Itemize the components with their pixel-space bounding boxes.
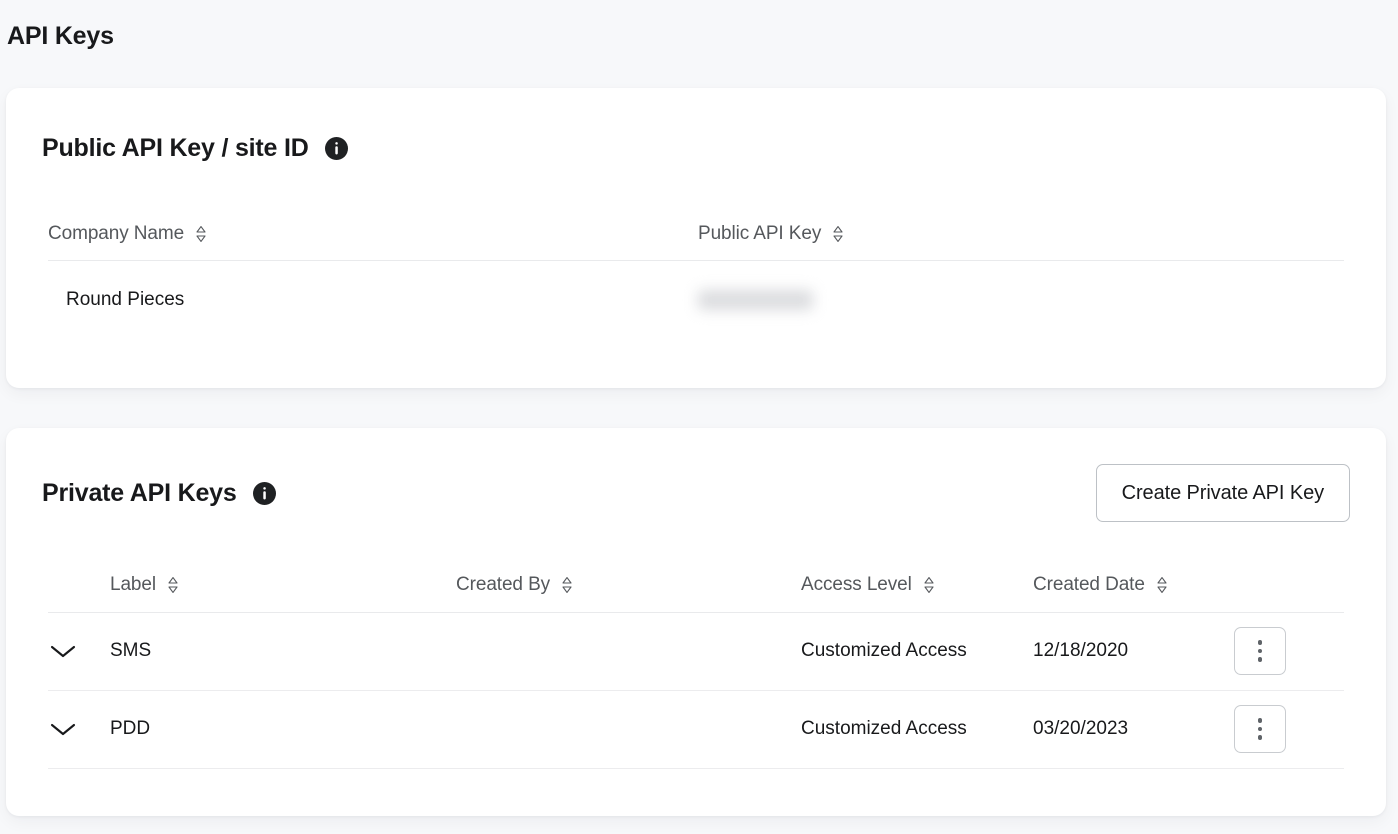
public-section-title: Public API Key / site ID	[42, 134, 309, 163]
sort-arrows-icon[interactable]	[167, 575, 179, 595]
public-table-body: Round Pieces	[48, 260, 1344, 339]
cell-label: PDD	[110, 690, 456, 768]
kebab-menu-icon[interactable]	[1234, 705, 1286, 753]
cell-actions	[1234, 612, 1344, 690]
private-api-keys-card: Private API Keys Create Private API Key	[6, 428, 1386, 816]
kebab-menu-icon[interactable]	[1234, 627, 1286, 675]
cell-created-by	[456, 612, 801, 690]
column-header-company-name[interactable]: Company Name	[48, 208, 698, 260]
column-header-actions	[1234, 558, 1344, 612]
public-api-key-table: Company Name Public API Key	[48, 208, 1344, 339]
cell-public-api-key	[698, 260, 1344, 339]
cell-label: SMS	[110, 612, 456, 690]
cell-expand	[48, 690, 110, 768]
column-header-created-by[interactable]: Created By	[456, 558, 801, 612]
kebab-dot	[1258, 657, 1263, 662]
cell-actions	[1234, 690, 1344, 768]
column-header-expand	[48, 558, 110, 612]
cell-company-name: Round Pieces	[48, 260, 698, 339]
sort-arrows-icon[interactable]	[1156, 575, 1168, 595]
public-header-row: Company Name Public API Key	[48, 208, 1344, 260]
cell-created-date: 03/20/2023	[1033, 690, 1234, 768]
private-card-header: Private API Keys Create Private API Key	[6, 428, 1386, 558]
public-table-wrapper: Company Name Public API Key	[6, 208, 1386, 339]
cell-access-level: Customized Access	[801, 612, 1033, 690]
private-api-keys-table: Label Created By	[48, 558, 1344, 769]
private-section-title: Private API Keys	[42, 479, 237, 508]
chevron-down-icon[interactable]	[48, 718, 82, 740]
cell-created-by	[456, 690, 801, 768]
public-title-row: Public API Key / site ID	[42, 134, 348, 163]
sort-arrows-icon[interactable]	[832, 224, 844, 244]
sort-arrows-icon[interactable]	[923, 575, 935, 595]
cell-access-level: Customized Access	[801, 690, 1033, 768]
public-api-key-card: Public API Key / site ID Company	[6, 88, 1386, 388]
public-table-head: Company Name Public API Key	[48, 208, 1344, 260]
private-table-head: Label Created By	[48, 558, 1344, 612]
column-header-label-label: Label	[110, 574, 156, 596]
sort-arrows-icon[interactable]	[195, 224, 207, 244]
cell-expand	[48, 612, 110, 690]
chevron-down-icon[interactable]	[48, 640, 82, 662]
api-keys-page: API Keys Public API Key / site ID	[0, 0, 1398, 834]
public-card-header: Public API Key / site ID	[6, 88, 1386, 208]
info-icon[interactable]	[325, 137, 348, 160]
kebab-dot	[1258, 718, 1263, 723]
column-header-access-level-label: Access Level	[801, 574, 912, 596]
column-header-created-date-label: Created Date	[1033, 574, 1145, 596]
kebab-dot	[1258, 649, 1263, 654]
kebab-dot	[1258, 727, 1263, 732]
sort-arrows-icon[interactable]	[561, 575, 573, 595]
info-icon[interactable]	[253, 482, 276, 505]
cell-created-date: 12/18/2020	[1033, 612, 1234, 690]
table-row: PDD Customized Access 03/20/2023	[48, 690, 1344, 768]
column-header-access-level[interactable]: Access Level	[801, 558, 1033, 612]
table-row: Round Pieces	[48, 260, 1344, 339]
private-table-body: SMS Customized Access 12/18/2020	[48, 612, 1344, 768]
create-private-api-key-button[interactable]: Create Private API Key	[1096, 464, 1350, 522]
column-header-public-api-key[interactable]: Public API Key	[698, 208, 1344, 260]
table-row: SMS Customized Access 12/18/2020	[48, 612, 1344, 690]
column-header-created-date[interactable]: Created Date	[1033, 558, 1234, 612]
private-table-wrapper: Label Created By	[6, 558, 1386, 769]
column-header-company-name-label: Company Name	[48, 223, 184, 245]
private-header-row: Label Created By	[48, 558, 1344, 612]
kebab-dot	[1258, 735, 1263, 740]
column-header-label[interactable]: Label	[110, 558, 456, 612]
kebab-dot	[1258, 640, 1263, 645]
column-header-public-api-key-label: Public API Key	[698, 223, 821, 245]
page-title: API Keys	[7, 22, 114, 51]
redacted-api-key-value	[698, 290, 813, 310]
private-title-row: Private API Keys	[42, 479, 276, 508]
column-header-created-by-label: Created By	[456, 574, 550, 596]
